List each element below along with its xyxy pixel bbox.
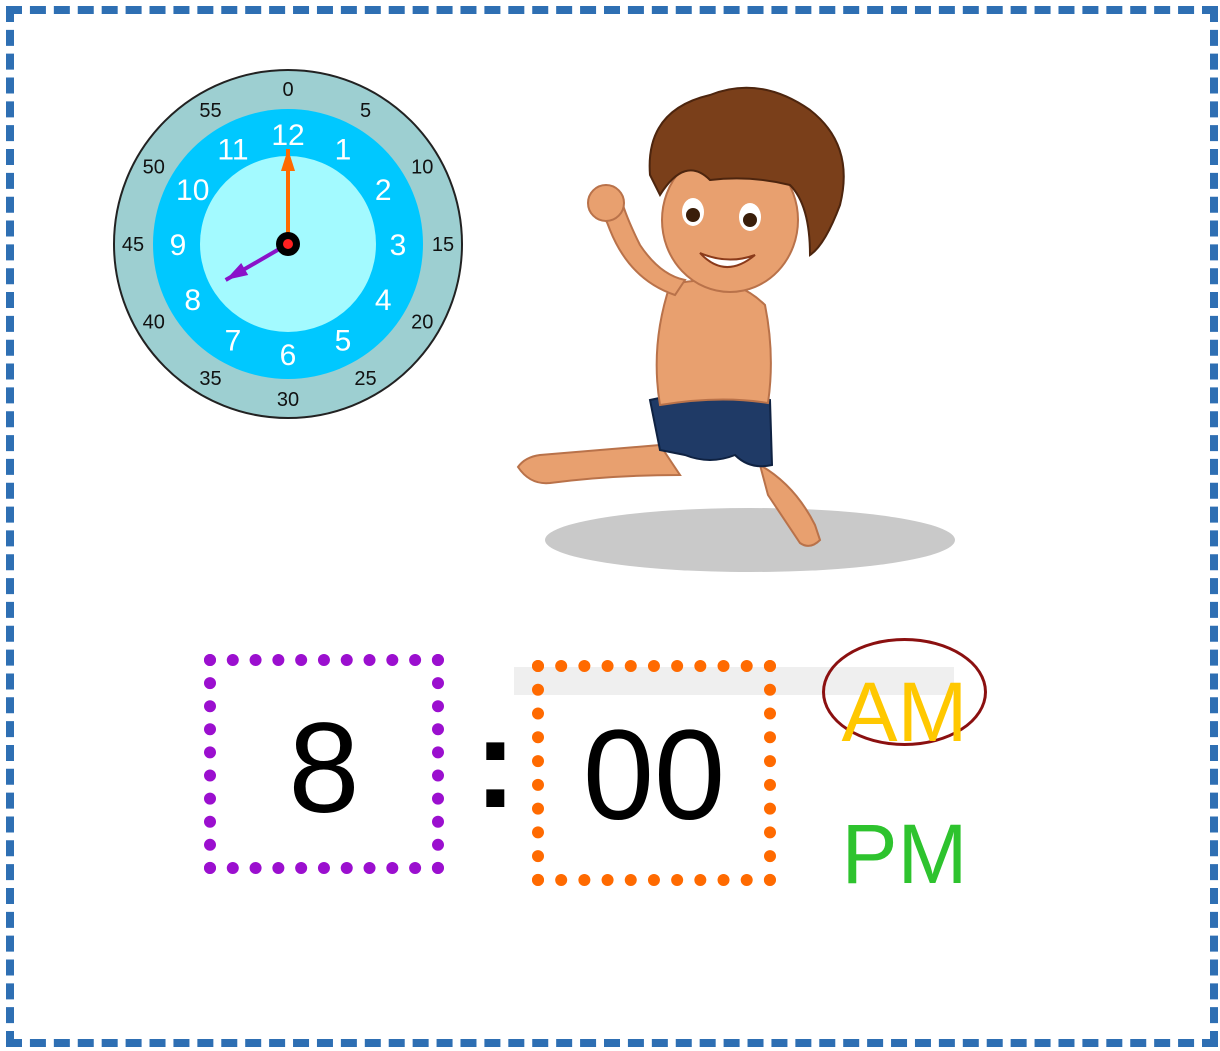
clock-hour-label: 10 <box>176 174 209 207</box>
clock-minute-label: 20 <box>411 312 433 334</box>
clock-hour-label: 5 <box>335 324 352 357</box>
clock-hour-label: 7 <box>225 324 242 357</box>
clock-hour-label: 3 <box>390 229 407 262</box>
analog-clock: 0510152025303540455055 12 1234567891011 <box>113 69 463 419</box>
clock-minute-label: 25 <box>354 368 376 390</box>
clock-minute-label: 40 <box>143 312 165 334</box>
clock-hour-label: 9 <box>170 229 187 262</box>
pm-option[interactable]: PM <box>822 812 987 896</box>
clock-minute-label: 5 <box>360 100 371 122</box>
time-separator: : <box>474 692 517 835</box>
clock-minute-label: 55 <box>199 100 221 122</box>
boy-running-icon <box>516 86 955 572</box>
clock-hour-label: 2 <box>375 174 392 207</box>
clock-hour-label: 4 <box>375 284 392 317</box>
clock-minute-label: 45 <box>122 234 144 256</box>
clock-minute-label: 15 <box>432 234 454 256</box>
clock-hour-label: 6 <box>280 339 297 372</box>
am-option[interactable]: AM <box>822 670 987 754</box>
clock-minute-label: 35 <box>199 368 221 390</box>
clock-hour-label: 12 <box>271 119 304 152</box>
clock-hour-label: 11 <box>217 134 248 167</box>
clock-center-dot <box>283 239 293 249</box>
clock-minute-label: 50 <box>143 157 165 179</box>
hour-value: 8 <box>288 697 360 840</box>
clock-minute-label: 0 <box>282 79 293 101</box>
clock-hour-label: 1 <box>335 134 352 167</box>
minute-value: 00 <box>582 704 726 847</box>
clock-minute-label: 10 <box>411 157 433 179</box>
clock-hour-label: 8 <box>184 284 201 317</box>
clock-minute-label: 30 <box>277 389 299 411</box>
